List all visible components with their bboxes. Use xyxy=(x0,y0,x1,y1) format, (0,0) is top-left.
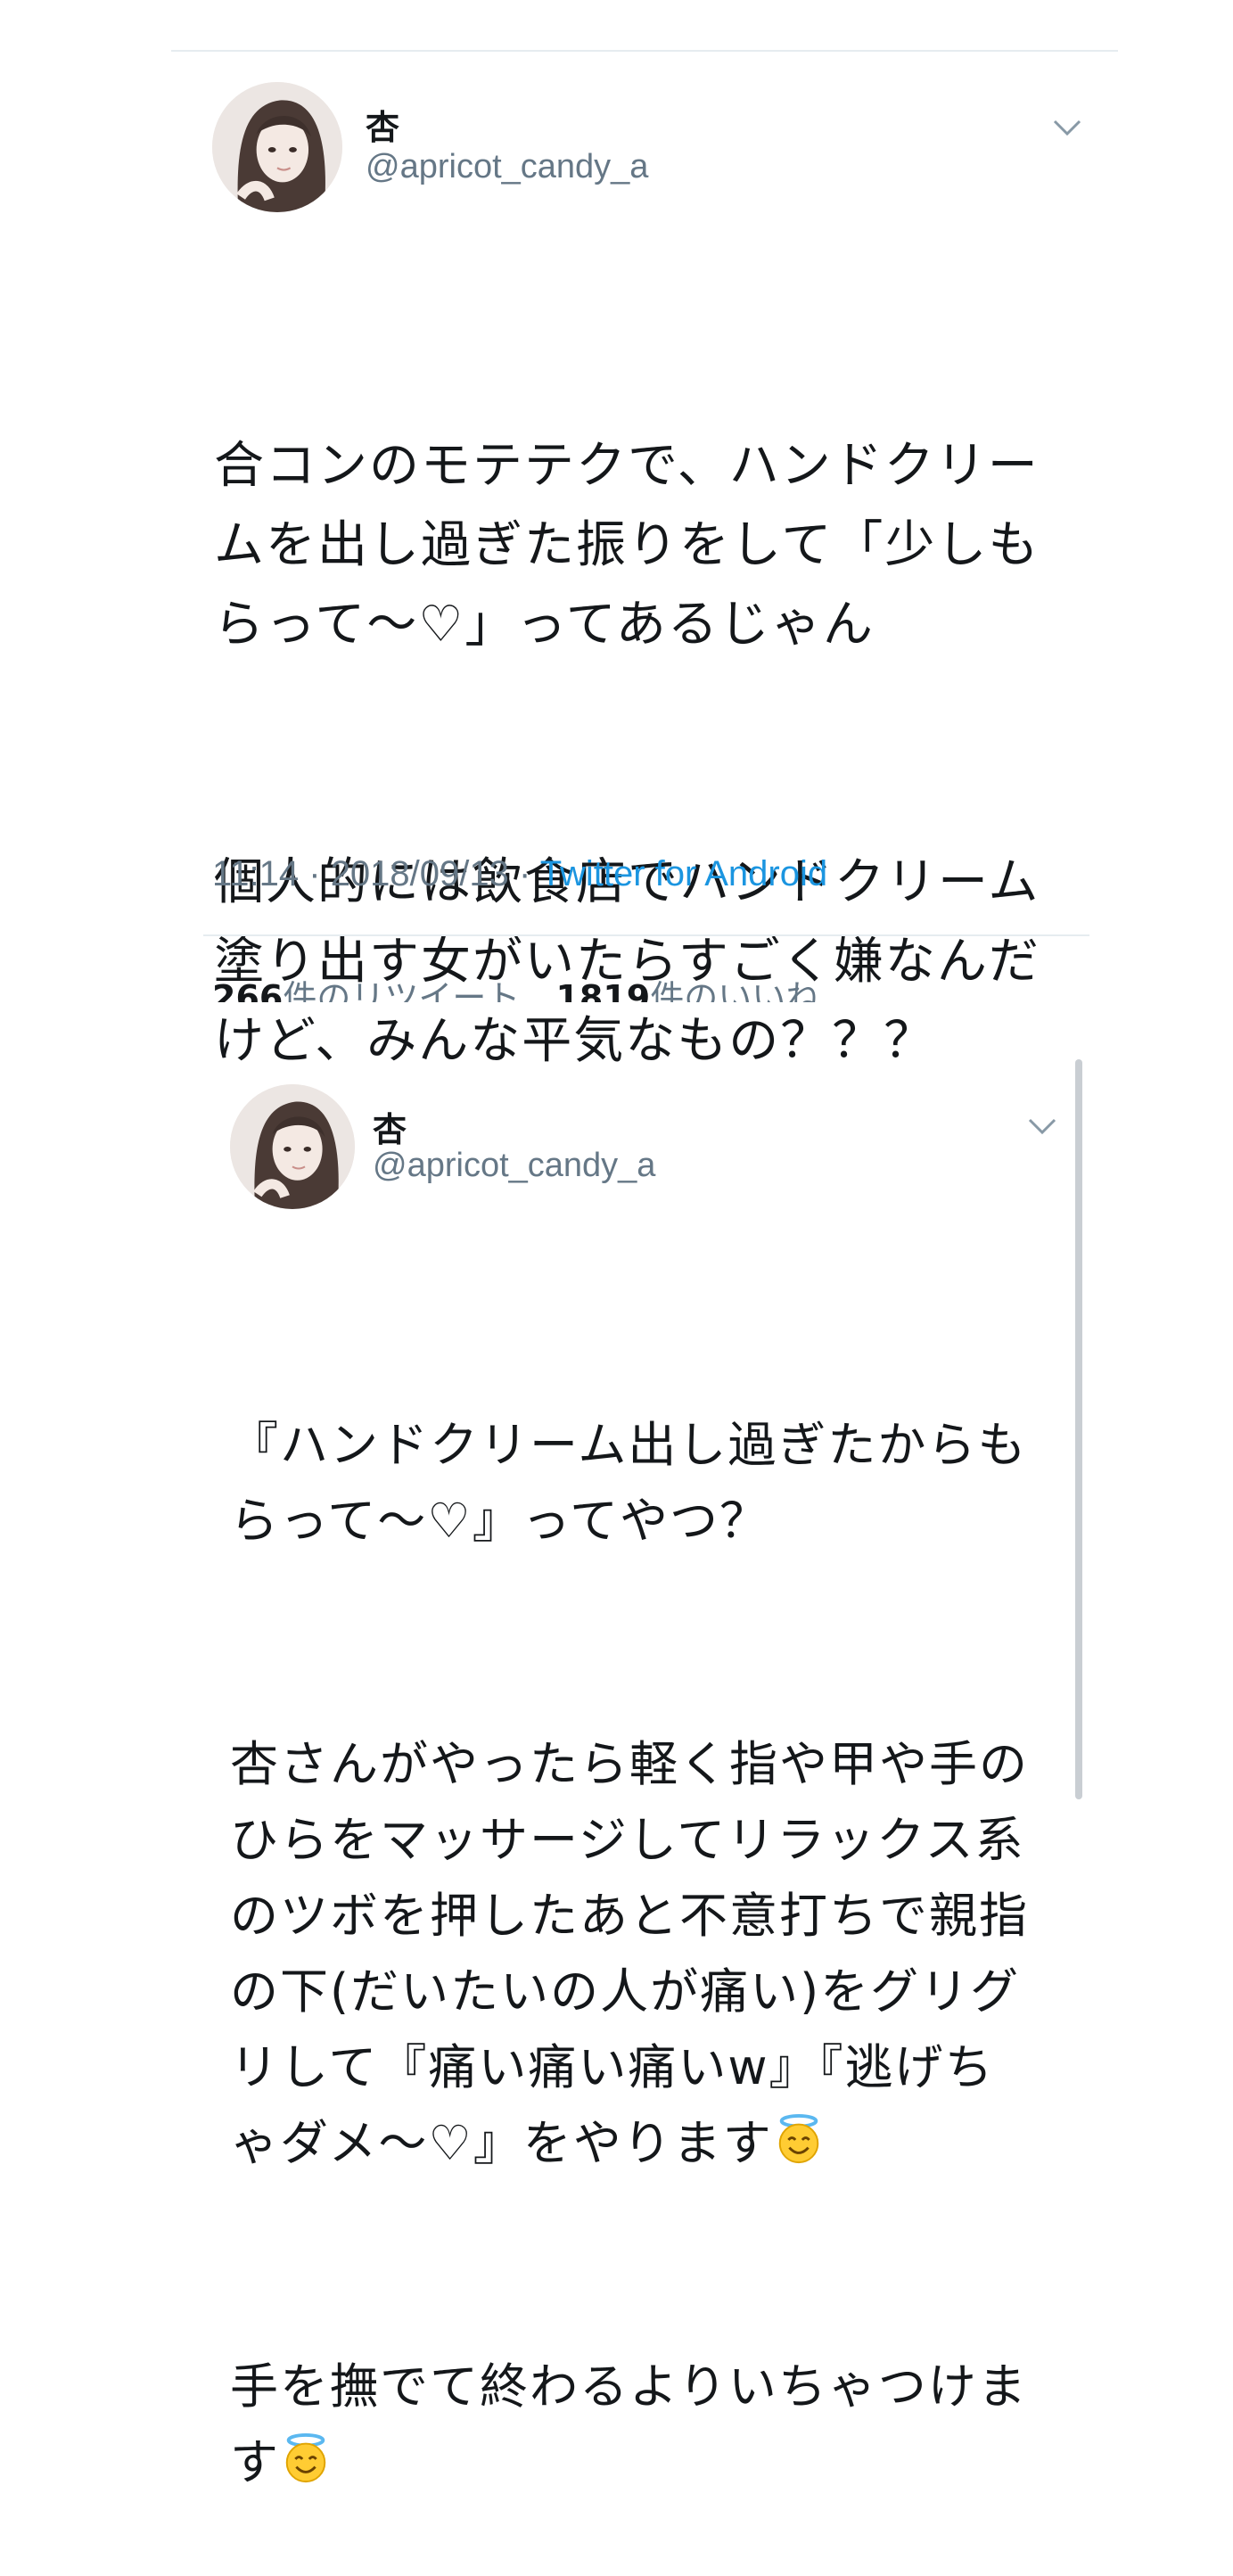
smiling-face-with-halo-emoji xyxy=(285,2432,326,2483)
retweet-count: 266 xyxy=(212,978,284,1002)
avatar-illustration xyxy=(212,82,342,212)
tweet-stats: 266件のリツイート 1819件のいいね xyxy=(212,970,844,1002)
tweet-paragraph: 合コンのモテテクで、ハンドクリー ムを出し過ぎた振りをして「少しも らって〜♡」… xyxy=(214,437,1040,654)
retweet-stat[interactable]: 266件のリツイート xyxy=(212,978,520,1002)
chevron-down-icon[interactable] xyxy=(1027,1116,1057,1136)
chevron-down-icon[interactable] xyxy=(1052,118,1082,137)
top-divider xyxy=(171,50,1118,52)
scrollbar[interactable] xyxy=(1075,1059,1082,1799)
like-label: 件のいいね xyxy=(650,978,820,1002)
stats-divider xyxy=(203,934,1089,936)
reply-paragraph-text: 杏さんがやったら軽く指や甲や手の ひらをマッサージしてリラックス系 のツボを押し… xyxy=(230,1736,1029,2171)
like-count: 1819 xyxy=(555,978,651,1002)
tweet-text: 合コンのモテテクで、ハンドクリー ムを出し過ぎた振りをして「少しも らって〜♡」… xyxy=(214,267,1097,1160)
reply-avatar[interactable] xyxy=(230,1084,355,1209)
smiling-face-with-halo-emoji xyxy=(778,2113,819,2164)
reply-paragraph: 『ハンドクリーム出し過ぎたからも らって〜♡』ってやつ？ xyxy=(230,1417,1028,1549)
reply-text: 『ハンドクリーム出し過ぎたからも らって〜♡』ってやつ？ 杏さんがやったら軽く指… xyxy=(230,1255,1068,2576)
avatar[interactable] xyxy=(212,82,342,212)
retweet-label: 件のリツイート xyxy=(283,978,521,1002)
reply-paragraph-text: 手を撫でて終わるよりいちゃつけま す xyxy=(230,2358,1028,2490)
tweet-meta: 11:14 · 2018/09/13 · Twitter for Android xyxy=(212,854,828,893)
reply-display-name[interactable]: 杏 xyxy=(373,1102,407,1151)
user-handle[interactable]: @apricot_candy_a xyxy=(366,148,648,186)
avatar-illustration xyxy=(230,1084,355,1209)
reply-paragraph: 杏さんがやったら軽く指や甲や手の ひらをマッサージしてリラックス系 のツボを押し… xyxy=(230,1726,1068,2181)
reply-paragraph: 手を撫でて終わるよりいちゃつけま す xyxy=(230,2349,1068,2500)
tweet-date: 2018/09/13 xyxy=(330,854,509,893)
like-stat[interactable]: 1819件のいいね xyxy=(555,978,819,1002)
display-name[interactable]: 杏 xyxy=(366,100,399,149)
tweet-source-link[interactable]: Twitter for Android xyxy=(540,854,827,893)
tweet-time: 11:14 xyxy=(212,854,300,893)
reply-user-handle[interactable]: @apricot_candy_a xyxy=(373,1147,655,1185)
